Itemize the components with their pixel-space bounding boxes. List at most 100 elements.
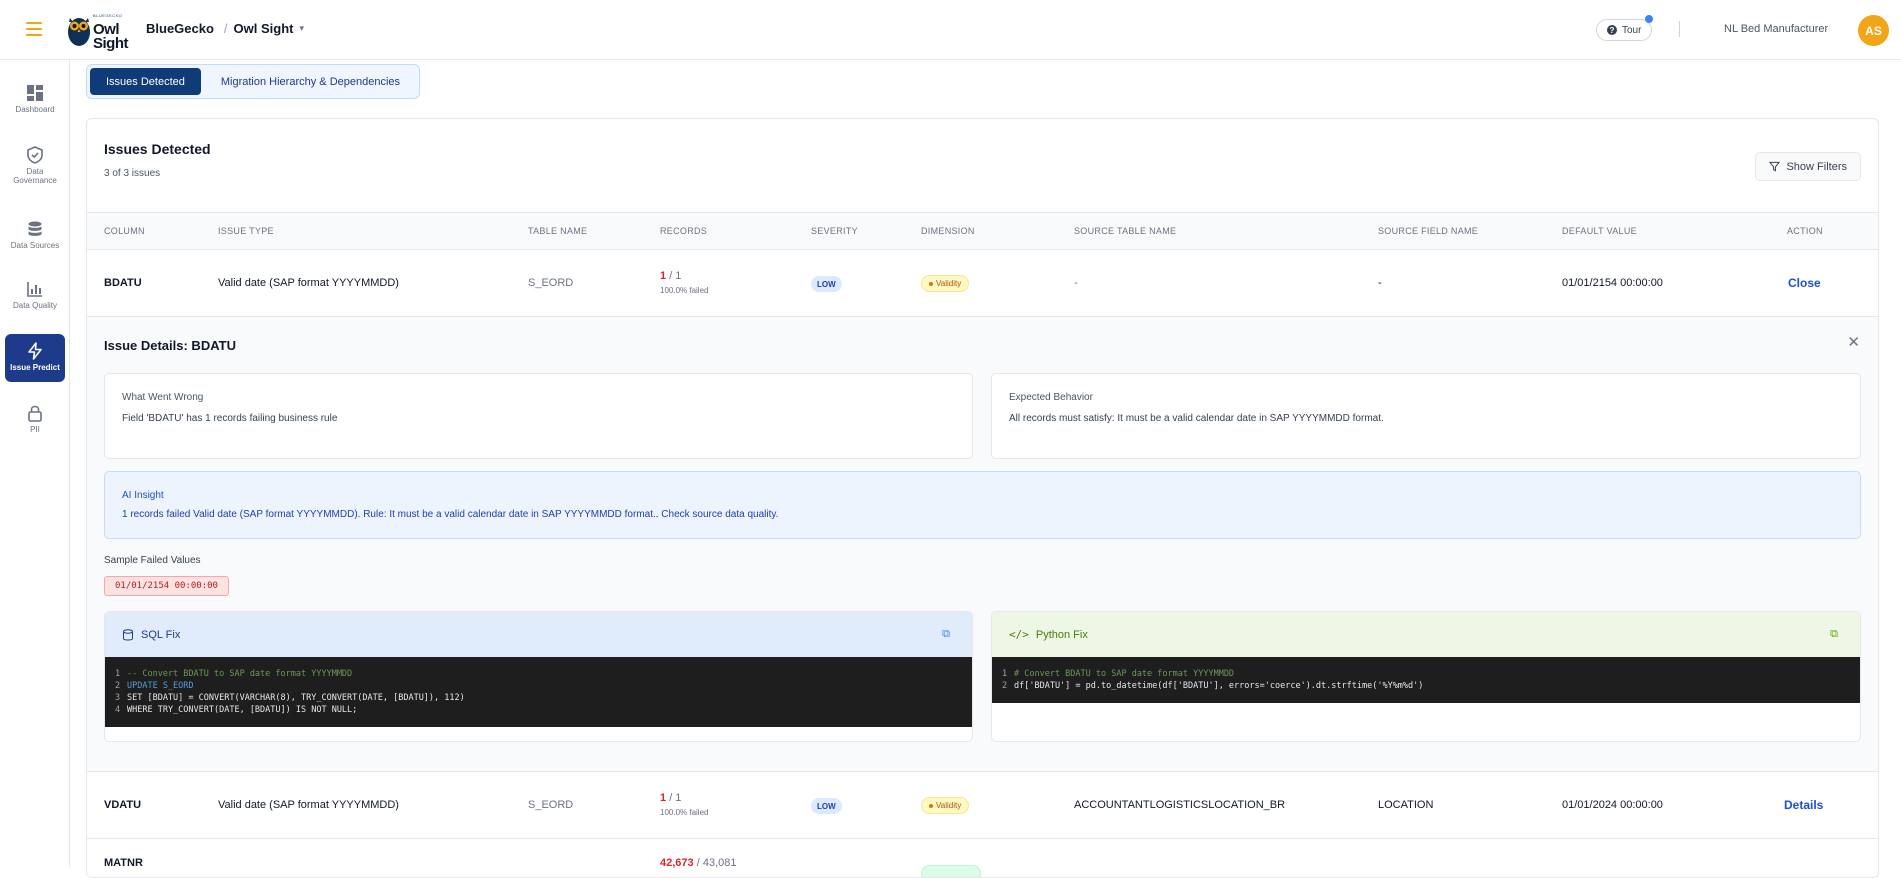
sidebar-item-label: PII xyxy=(30,425,40,434)
cell-table-name: S_EORD xyxy=(528,277,574,289)
cell-records: 1 / 1 100.0% failed xyxy=(660,270,708,295)
cell-records: 1 / 1 100.0% failed xyxy=(660,792,708,817)
code-line: 2 df['BDATU'] = pd.to_datetime(df['BDATU'… xyxy=(1002,681,1424,691)
sql-code-block[interactable]: 1 -- Convert BDATU to SAP date format YYY… xyxy=(105,657,972,727)
column-header[interactable]: SOURCE TABLE NAME xyxy=(1074,226,1176,236)
cell-column: VDATU xyxy=(104,799,142,811)
dimension-badge: Validity xyxy=(921,275,970,292)
show-filters-label: Show Filters xyxy=(1786,160,1847,173)
sidebar-item-label: Data Quality xyxy=(12,301,58,310)
column-header[interactable]: SOURCE FIELD NAME xyxy=(1378,226,1478,236)
records-total: / 43,081 xyxy=(696,857,737,869)
python-code-block[interactable]: 1 # Convert BDATU to SAP date format YYYY… xyxy=(992,657,1860,703)
lightning-icon xyxy=(28,342,42,360)
records-total: / 1 xyxy=(669,792,682,804)
notification-dot xyxy=(1645,15,1654,23)
records-failed: 42,673 xyxy=(660,857,694,869)
table-row[interactable]: VDATU Valid date (SAP format YYYYMMDD) S… xyxy=(87,772,1878,839)
table-row[interactable]: BDATU Valid date (SAP format YYYYMMDD) S… xyxy=(87,250,1878,317)
sidebar-item-label: Data Sources xyxy=(10,241,60,250)
sidebar-item-data-governance[interactable]: Data Governance xyxy=(5,138,65,185)
column-header[interactable]: ISSUE TYPE xyxy=(218,226,274,236)
code-text: UPDATE S_EORD xyxy=(127,681,194,691)
close-details-link[interactable]: Close xyxy=(1788,276,1821,290)
sql-fix-header: SQL Fix ⧉ xyxy=(105,612,972,657)
severity-badge: LOW xyxy=(811,276,842,292)
panel-title: Issues Detected xyxy=(104,141,211,157)
sql-fix-title: SQL Fix xyxy=(141,628,181,641)
sidebar-item-data-sources[interactable]: Data Sources xyxy=(5,212,65,250)
breadcrumb-product[interactable]: Owl Sight xyxy=(234,21,294,36)
column-header[interactable]: DEFAULT VALUE xyxy=(1562,226,1637,236)
bar-chart-icon xyxy=(27,282,42,297)
dot-icon xyxy=(929,803,933,808)
shield-icon xyxy=(27,146,43,164)
cell-default-value: 01/01/2024 00:00:00 xyxy=(1562,799,1663,811)
sidebar-item-label: Issue Predict xyxy=(10,363,60,372)
code-line: 1 -- Convert BDATU to SAP date format YYY… xyxy=(115,669,353,679)
filter-icon xyxy=(1769,161,1781,172)
dot-icon xyxy=(929,281,933,286)
python-fix-card: </> Python Fix ⧉ 1 # Convert BDATU to SAP… xyxy=(991,611,1861,742)
cell-source-table: - xyxy=(1074,277,1078,289)
records-failed: 1 xyxy=(660,792,667,804)
column-header[interactable]: ACTION xyxy=(1787,226,1823,236)
show-filters-button[interactable]: Show Filters xyxy=(1755,152,1861,181)
chevron-down-icon[interactable]: ▾ xyxy=(300,23,305,34)
copy-icon[interactable]: ⧉ xyxy=(942,628,950,641)
cell-records: 42,673 / 43,081 xyxy=(660,857,736,869)
what-went-wrong-title: What Went Wrong xyxy=(122,392,204,403)
company-selector[interactable]: NL Bed Manufacturer xyxy=(1724,23,1828,35)
column-header[interactable]: RECORDS xyxy=(660,226,707,236)
breadcrumb-separator: / xyxy=(223,21,228,36)
details-title: Issue Details: BDATU xyxy=(104,338,236,353)
sidebar-item-data-quality[interactable]: Data Quality xyxy=(5,272,65,310)
avatar[interactable]: AS xyxy=(1858,15,1889,46)
code-text: WHERE TRY_CONVERT(DATE, [BDATU]) IS NOT … xyxy=(127,705,358,715)
logo[interactable]: BLUEGECKO Owl Sight xyxy=(67,10,129,52)
copy-icon[interactable]: ⧉ xyxy=(1830,628,1838,641)
close-icon[interactable]: ✕ xyxy=(1847,333,1860,351)
code-line: 4 WHERE TRY_CONVERT(DATE, [BDATU]) IS NOT… xyxy=(115,705,358,715)
top-bar: BLUEGECKO Owl Sight BlueGecko / Owl Sigh… xyxy=(0,0,1901,60)
dimension-label: Validity xyxy=(936,801,962,810)
records-total: / 1 xyxy=(669,270,682,282)
cell-column: BDATU xyxy=(104,277,142,289)
code-text: SET [BDATU] = CONVERT(VARCHAR(8), TRY_CO… xyxy=(127,693,465,703)
column-header[interactable]: SEVERITY xyxy=(811,226,858,236)
column-header[interactable]: COLUMN xyxy=(104,226,145,236)
menu-icon[interactable] xyxy=(26,22,42,36)
issues-panel: Issues Detected 3 of 3 issues Show Filte… xyxy=(86,118,1879,878)
tour-label: Tour xyxy=(1622,24,1642,36)
tab-migration-hierarchy[interactable]: Migration Hierarchy & Dependencies xyxy=(205,68,416,95)
sidebar-item-label: Data Governance xyxy=(13,167,57,185)
database-icon xyxy=(123,628,133,640)
ai-insight-text: 1 records failed Valid date (SAP format … xyxy=(122,509,779,520)
divider xyxy=(1679,21,1680,37)
expected-behavior-card: Expected Behavior All records must satis… xyxy=(991,373,1861,459)
code-text: df['BDATU'] = pd.to_datetime(df['BDATU']… xyxy=(1014,681,1424,691)
column-header[interactable]: DIMENSION xyxy=(921,226,975,236)
tour-button[interactable]: ? Tour xyxy=(1596,15,1654,41)
sidebar-item-issue-predict[interactable]: Issue Predict xyxy=(5,334,65,382)
sidebar-item-dashboard[interactable]: Dashboard xyxy=(5,76,65,114)
tab-issues-detected[interactable]: Issues Detected xyxy=(90,68,201,95)
dimension-badge: Validity xyxy=(921,797,970,814)
cell-source-field: - xyxy=(1378,277,1382,289)
python-fix-header: </> Python Fix ⧉ xyxy=(992,612,1860,657)
sql-fix-card: SQL Fix ⧉ 1 -- Convert BDATU to SAP date … xyxy=(104,611,973,742)
code-text: # Convert BDATU to SAP date format YYYYM… xyxy=(1014,669,1235,679)
issue-details: Issue Details: BDATU ✕ What Went Wrong F… xyxy=(87,317,1878,772)
column-header[interactable]: TABLE NAME xyxy=(528,226,587,236)
breadcrumb-org[interactable]: BlueGecko xyxy=(146,21,214,36)
issue-count: 3 of 3 issues xyxy=(104,168,161,179)
cell-source-field: LOCATION xyxy=(1378,799,1434,811)
sidebar-item-label: Dashboard xyxy=(15,105,55,114)
table-row[interactable]: MATNR 42,673 / 43,081 xyxy=(87,839,1878,877)
ai-insight-card: AI Insight 1 records failed Valid date (… xyxy=(104,471,1861,539)
logo-text-sight: Sight xyxy=(93,35,129,52)
what-went-wrong-card: What Went Wrong Field 'BDATU' has 1 reco… xyxy=(104,373,973,459)
details-link[interactable]: Details xyxy=(1784,798,1823,812)
database-icon xyxy=(28,221,42,236)
sidebar-item-pii[interactable]: PII xyxy=(5,396,65,434)
